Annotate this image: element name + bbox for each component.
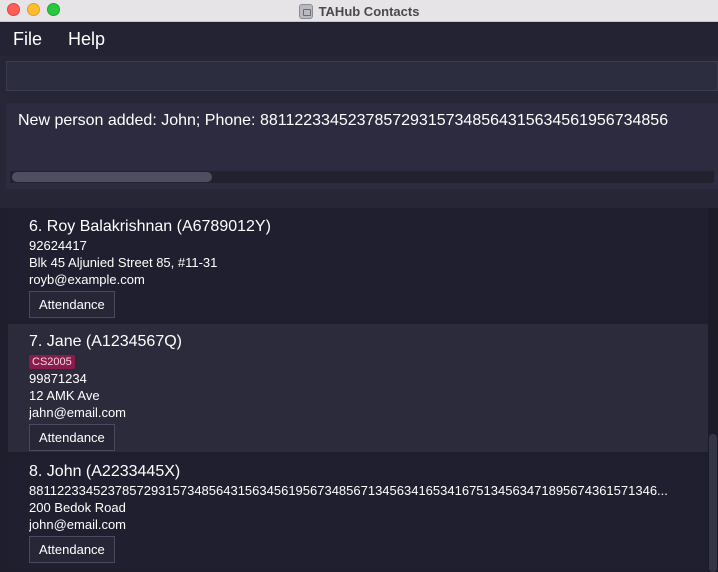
person-phone: 8811223345237857293157348564315634561956… (29, 483, 668, 498)
menu-help[interactable]: Help (55, 23, 118, 56)
person-phone: 92624417 (29, 238, 87, 253)
command-input[interactable] (6, 61, 718, 91)
panel-divider (0, 194, 718, 208)
app-icon (298, 3, 313, 19)
person-address: 200 Bedok Road (29, 500, 126, 515)
result-display: New person added: John; Phone: 881122334… (0, 96, 718, 194)
window-title-group: TAHub Contacts (0, 0, 718, 22)
person-phone: 99871234 (29, 371, 87, 386)
attendance-button[interactable]: Attendance (29, 536, 115, 563)
list-scroll-thumb[interactable] (709, 434, 717, 572)
person-email: john@email.com (29, 517, 127, 532)
person-card[interactable]: 7. Jane (A1234567Q) CS2005 99871234 12 A… (8, 324, 708, 452)
person-name: 6. Roy Balakrishnan (A6789012Y) (29, 218, 271, 235)
person-card[interactable]: 8. John (A2233445X) 88112233452378572931… (8, 456, 708, 568)
person-list[interactable]: 6. Roy Balakrishnan (A6789012Y) 92624417… (0, 208, 718, 572)
person-address: 12 AMK Ave (29, 388, 100, 403)
person-card[interactable]: 6. Roy Balakrishnan (A6789012Y) 92624417… (8, 208, 708, 321)
command-box (0, 56, 718, 96)
result-scroll-thumb[interactable] (12, 172, 212, 182)
window-title-bar: TAHub Contacts (0, 0, 718, 22)
person-email: royb@example.com (29, 272, 145, 287)
window-title: TAHub Contacts (318, 3, 420, 19)
result-message: New person added: John; Phone: 881122334… (18, 112, 669, 129)
person-address: Blk 45 Aljunied Street 85, #11-31 (29, 255, 218, 270)
person-email: jahn@email.com (29, 405, 127, 420)
person-name: 8. John (A2233445X) (29, 463, 181, 480)
menu-file[interactable]: File (0, 23, 55, 56)
result-text-area[interactable]: New person added: John; Phone: 881122334… (6, 103, 718, 189)
tag-list: CS2005 (29, 352, 708, 370)
attendance-button[interactable]: Attendance (29, 424, 115, 451)
person-name: 7. Jane (A1234567Q) (29, 333, 182, 350)
tag-badge: CS2005 (29, 355, 75, 369)
list-vertical-scrollbar[interactable] (708, 208, 718, 572)
menu-bar: File Help (0, 23, 718, 56)
attendance-button[interactable]: Attendance (29, 291, 115, 318)
result-horizontal-scrollbar[interactable] (10, 171, 714, 183)
